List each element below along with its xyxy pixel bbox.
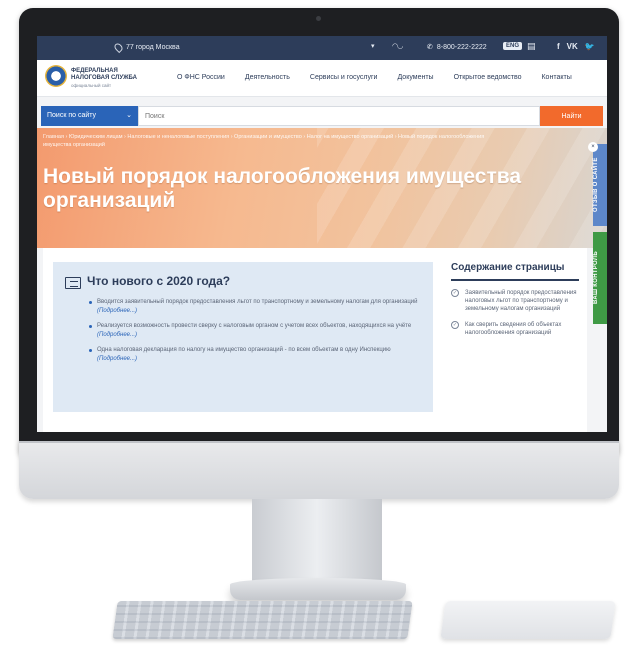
- phone-icon: ✆: [427, 44, 433, 51]
- region-label: 77 город Москва: [126, 44, 180, 51]
- keyboard: [112, 601, 413, 639]
- nav-item-activity[interactable]: Деятельность: [245, 74, 290, 81]
- chevron-down-icon[interactable]: ▾: [371, 42, 375, 50]
- whats-new-panel: Что нового с 2020 года? Вводится заявите…: [53, 262, 433, 412]
- nav-item-about[interactable]: О ФНС России: [177, 74, 225, 81]
- logo-text[interactable]: ФЕДЕРАЛЬНАЯ НАЛОГОВАЯ СЛУЖБА официальный…: [71, 68, 137, 89]
- main-content: Что нового с 2020 года? Вводится заявите…: [43, 248, 587, 432]
- search-scope-dropdown[interactable]: Поиск по сайту ⌄: [41, 106, 138, 126]
- chevron-down-icon: ⌄: [126, 112, 132, 119]
- camera-icon: [316, 16, 321, 21]
- check-circle-icon: ✓: [451, 321, 459, 329]
- facebook-icon[interactable]: f: [557, 42, 560, 51]
- more-link[interactable]: (Подробнее...): [97, 332, 137, 338]
- trackpad: [440, 601, 616, 639]
- toc-item[interactable]: ✓ Как сверить сведения об объектах налог…: [451, 321, 581, 337]
- monitor-foot: [230, 578, 406, 600]
- location-pin-icon: [112, 41, 125, 54]
- more-link[interactable]: (Подробнее...): [97, 308, 137, 314]
- social-links: f VK 🐦: [557, 42, 595, 51]
- browser-screen: 77 город Москва ▾ ◠◡ ✆ 8-800-222-2222 EN…: [37, 36, 607, 432]
- toc-item-label: Как сверить сведения об объектах налогоо…: [465, 322, 562, 336]
- monitor-chin: [19, 441, 619, 499]
- list-item-text: Реализуется возможность провести сверку …: [97, 323, 412, 329]
- feedback-tab[interactable]: ОТЗЫВ О САЙТЕ: [593, 144, 607, 226]
- vk-icon[interactable]: VK: [567, 42, 578, 51]
- page-contents: Содержание страницы ✓ Заявительный поряд…: [451, 262, 581, 345]
- search-button[interactable]: Найти: [540, 106, 603, 126]
- monitor-stand: [252, 499, 382, 581]
- search-bar: Поиск по сайту ⌄ Найти: [37, 106, 607, 126]
- twitter-icon[interactable]: 🐦: [585, 42, 595, 51]
- whats-new-title: Что нового с 2020 года?: [87, 274, 231, 288]
- monitor-chin-edge: [19, 441, 619, 443]
- newspaper-icon: [65, 277, 81, 289]
- phone-number: 8-800-222-2222: [436, 43, 487, 51]
- fns-emblem-icon[interactable]: [45, 65, 67, 87]
- list-item: Реализуется возможность провести сверку …: [89, 322, 427, 340]
- list-item: Одна налоговая декларация по налогу на и…: [89, 346, 427, 364]
- check-circle-icon: ✓: [451, 289, 459, 297]
- nav-item-open-agency[interactable]: Открытое ведомство: [454, 74, 522, 81]
- hero-banner: Главная › Юридическим лицам › Налоговые …: [37, 128, 607, 248]
- accessibility-eye-icon[interactable]: ◠◡: [392, 42, 403, 50]
- search-scope-label: Поиск по сайту: [47, 112, 97, 119]
- nav-item-documents[interactable]: Документы: [397, 74, 433, 81]
- list-item: Вводится заявительный порядок предоставл…: [89, 298, 427, 316]
- search-input[interactable]: [138, 106, 540, 126]
- region-selector[interactable]: 77 город Москва: [112, 41, 180, 54]
- close-icon[interactable]: ×: [588, 142, 598, 152]
- toc-item-label: Заявительный порядок предоставления нало…: [465, 290, 577, 312]
- nav-item-contacts[interactable]: Контакты: [541, 74, 571, 81]
- logo-line-1: ФЕДЕРАЛЬНАЯ: [71, 68, 118, 74]
- sitemap-icon[interactable]: ▤: [527, 41, 536, 52]
- language-switch[interactable]: ENG: [503, 42, 523, 50]
- phone-link[interactable]: ✆ 8-800-222-2222: [427, 43, 487, 52]
- list-item-text: Вводится заявительный порядок предоставл…: [97, 299, 418, 305]
- divider: [451, 279, 579, 281]
- nav-item-services[interactable]: Сервисы и госуслуги: [310, 74, 378, 81]
- toc-item[interactable]: ✓ Заявительный порядок предоставления на…: [451, 289, 581, 313]
- breadcrumb[interactable]: Главная › Юридическим лицам › Налоговые …: [43, 133, 513, 149]
- main-nav: О ФНС России Деятельность Сервисы и госу…: [177, 74, 572, 81]
- your-control-tab[interactable]: ВАШ КОНТРОЛЬ: [593, 232, 607, 324]
- whats-new-list: Вводится заявительный порядок предоставл…: [89, 298, 427, 370]
- site-header: ФЕДЕРАЛЬНАЯ НАЛОГОВАЯ СЛУЖБА официальный…: [37, 60, 607, 97]
- list-item-text: Одна налоговая декларация по налогу на и…: [97, 347, 391, 353]
- more-link[interactable]: (Подробнее...): [97, 356, 137, 362]
- logo-line-2: НАЛОГОВАЯ СЛУЖБА: [71, 75, 137, 81]
- top-bar: 77 город Москва ▾ ◠◡ ✆ 8-800-222-2222 EN…: [37, 36, 607, 60]
- page-contents-title: Содержание страницы: [451, 262, 565, 273]
- logo-subtitle: официальный сайт: [71, 83, 112, 88]
- page-title: Новый порядок налогообложения имущества …: [43, 165, 522, 212]
